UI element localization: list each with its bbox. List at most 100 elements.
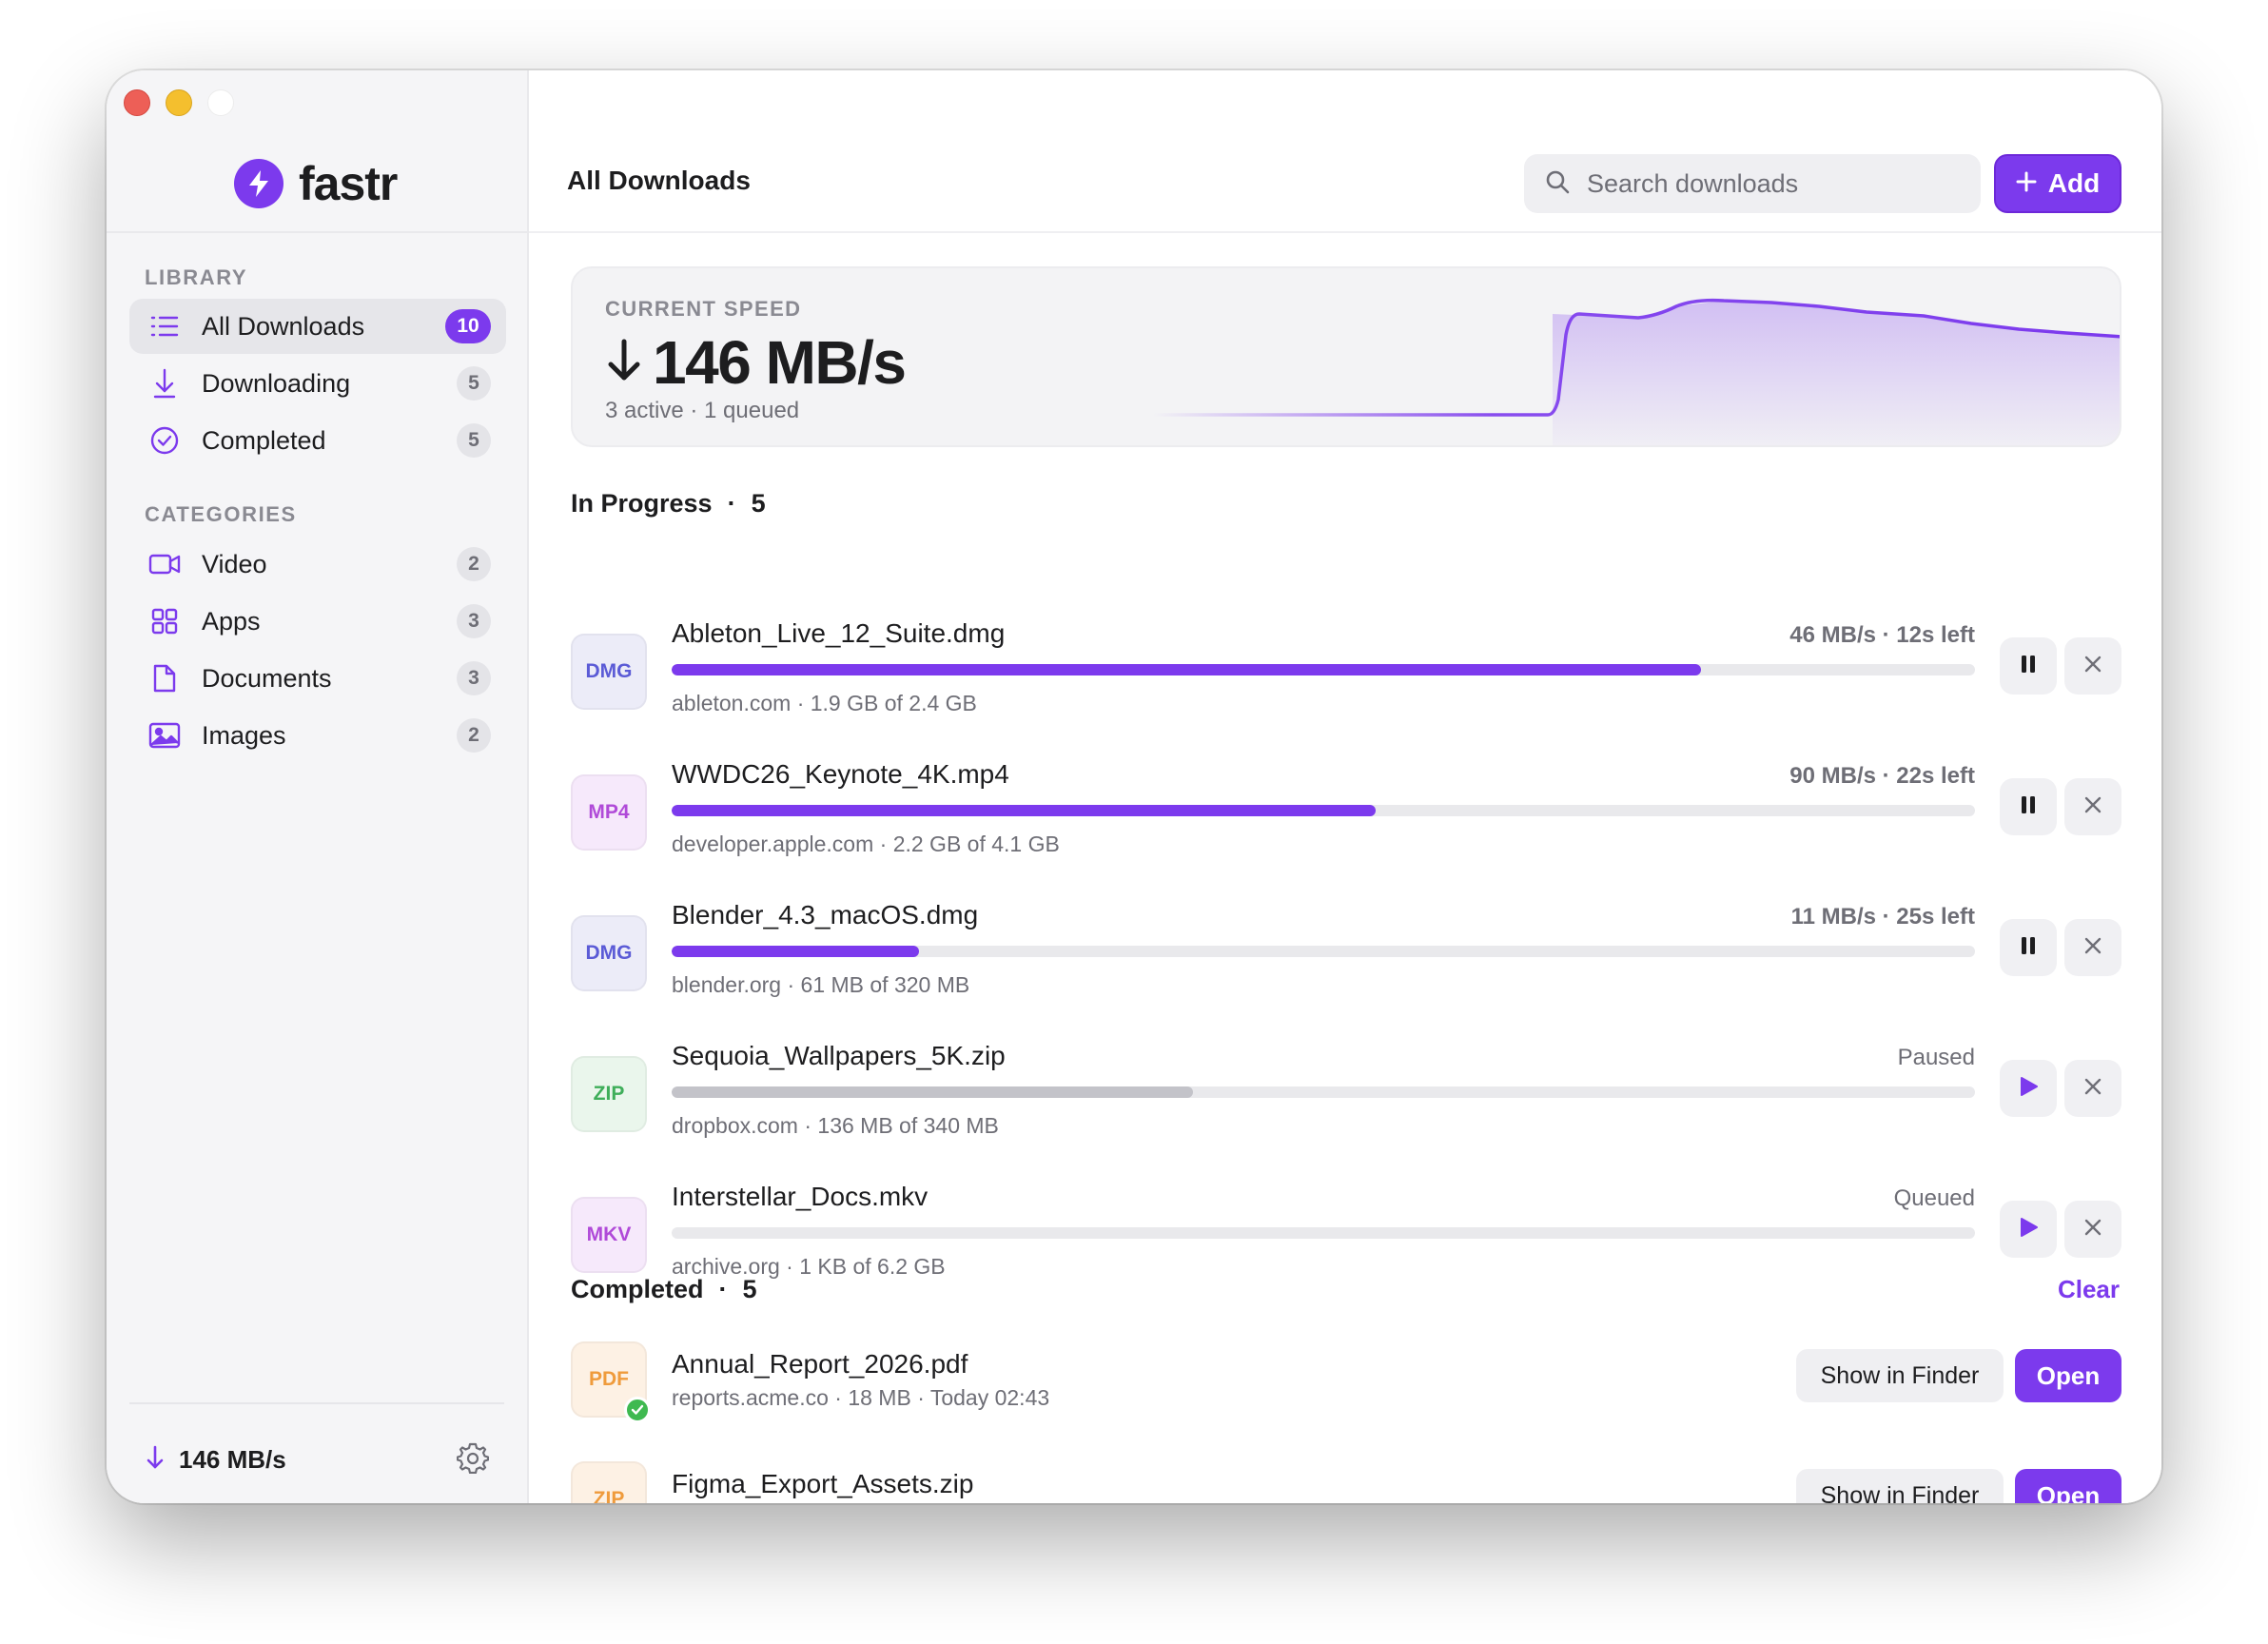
library-section-label: LIBRARY (145, 265, 248, 289)
sidebar-item-completed[interactable]: Completed 5 (129, 413, 506, 468)
file-name: Blender_4.3_macOS.dmg (672, 900, 979, 930)
pause-button[interactable] (2000, 778, 2057, 835)
show-in-finder-button[interactable]: Show in Finder (1796, 1469, 2004, 1503)
count-badge: 2 (457, 547, 491, 581)
gear-icon[interactable] (456, 1441, 490, 1478)
section-count: 5 (751, 489, 766, 518)
completed-row[interactable]: ZIP Figma_Export_Assets.zip Show in Finder… (571, 1461, 2121, 1503)
progress-bar (672, 946, 1975, 957)
close-icon (2083, 1077, 2102, 1101)
cancel-button[interactable] (2064, 778, 2121, 835)
search-input[interactable]: Search downloads (1524, 154, 1981, 213)
speed-card: CURRENT SPEED 146 MB/s 3 active · 1 queu… (571, 266, 2121, 447)
progress-bar (672, 1086, 1975, 1098)
pause-icon (2020, 654, 2037, 679)
video-camera-icon (148, 548, 181, 580)
file-type-badge: MKV (571, 1197, 647, 1273)
file-name: Sequoia_Wallpapers_5K.zip (672, 1041, 1006, 1070)
app-name: fastr (299, 157, 398, 210)
resume-button[interactable] (2000, 1201, 2057, 1258)
sidebar-item-label: Apps (202, 606, 261, 636)
categories-section-label: CATEGORIES (145, 502, 297, 526)
download-details: dropbox.com · 136 MB of 340 MB (672, 1113, 999, 1138)
search-placeholder: Search downloads (1587, 168, 1799, 198)
grid-icon (148, 605, 181, 637)
in-progress-header: In Progress · 5 (571, 489, 766, 519)
plus-icon (2016, 168, 2037, 199)
file-name: WWDC26_Keynote_4K.mp4 (672, 759, 1009, 789)
brand: fastr (234, 156, 398, 211)
file-type-badge: ZIP (571, 1461, 647, 1503)
download-row[interactable]: MP4 WWDC26_Keynote_4K.mp4 90 MB/s · 22s le… (571, 754, 2121, 868)
cancel-button[interactable] (2064, 1201, 2121, 1258)
close-window-button[interactable] (124, 89, 150, 116)
sidebar-item-label: Images (202, 720, 286, 750)
sidebar-item-label: All Downloads (202, 311, 365, 341)
clear-completed-link[interactable]: Clear (2058, 1275, 2120, 1304)
minimize-window-button[interactable] (166, 89, 192, 116)
separator-dot: · (727, 489, 736, 518)
download-status: Queued (1893, 1185, 1975, 1211)
speed-label: CURRENT SPEED (605, 297, 802, 321)
cancel-button[interactable] (2064, 637, 2121, 695)
play-icon (2018, 1075, 2039, 1103)
window-controls (124, 89, 234, 116)
search-icon (1545, 169, 1570, 199)
file-type-badge: DMG (571, 915, 647, 991)
download-details: developer.apple.com · 2.2 GB of 4.1 GB (672, 832, 1060, 856)
pause-button[interactable] (2000, 637, 2057, 695)
count-badge: 5 (457, 423, 491, 458)
count-badge: 3 (457, 661, 491, 695)
completed-header: Completed · 5 (571, 1275, 757, 1304)
zoom-window-button[interactable] (207, 89, 234, 116)
file-name: Ableton_Live_12_Suite.dmg (672, 618, 1006, 648)
download-row[interactable]: ZIP Sequoia_Wallpapers_5K.zip Paused dropbo… (571, 1035, 2121, 1149)
download-details: reports.acme.co · 18 MB · Today 02:43 (672, 1385, 1050, 1410)
current-speed-value: 146 MB/s (653, 328, 907, 397)
download-status: 90 MB/s · 22s left (1789, 763, 1975, 789)
pause-icon (2020, 794, 2037, 820)
cancel-button[interactable] (2064, 1060, 2121, 1117)
open-button[interactable]: Open (2015, 1349, 2121, 1402)
download-status: Paused (1897, 1045, 1975, 1070)
checkmark-icon (624, 1397, 651, 1423)
play-icon (2018, 1216, 2039, 1243)
arrow-down-icon (148, 367, 181, 400)
sidebar-item-label: Video (202, 549, 267, 578)
sidebar-item-downloading[interactable]: Downloading 5 (129, 356, 506, 411)
download-details: ableton.com · 1.9 GB of 2.4 GB (672, 691, 977, 715)
image-icon (148, 719, 181, 752)
pause-button[interactable] (2000, 919, 2057, 976)
download-row[interactable]: MKV Interstellar_Docs.mkv Queued archive.or… (571, 1176, 2121, 1290)
download-details: blender.org · 61 MB of 320 MB (672, 972, 970, 997)
sidebar-item-documents[interactable]: Documents 3 (129, 651, 506, 706)
sidebar-item-video[interactable]: Video 2 (129, 537, 506, 592)
sidebar-item-label: Documents (202, 663, 332, 693)
check-circle-icon (148, 424, 181, 457)
progress-fill (672, 1086, 1193, 1098)
completed-row[interactable]: PDF Annual_Report_2026.pdf reports.acme.co… (571, 1341, 2121, 1446)
sidebar-item-all-downloads[interactable]: All Downloads 10 (129, 299, 506, 354)
resume-button[interactable] (2000, 1060, 2057, 1117)
progress-bar (672, 805, 1975, 816)
file-name: Interstellar_Docs.mkv (672, 1182, 929, 1211)
sidebar-item-label: Downloading (202, 368, 351, 398)
count-badge: 2 (457, 718, 491, 753)
document-icon (148, 662, 181, 695)
sidebar-item-apps[interactable]: Apps 3 (129, 594, 506, 649)
page-title: All Downloads (567, 166, 751, 195)
file-type-badge: ZIP (571, 1056, 647, 1132)
lightning-bolt-icon (234, 159, 284, 208)
section-count: 5 (742, 1275, 757, 1303)
section-title: Completed (571, 1275, 704, 1303)
open-button[interactable]: Open (2015, 1469, 2121, 1503)
add-button[interactable]: Add (1994, 154, 2121, 213)
sidebar-item-images[interactable]: Images 2 (129, 708, 506, 763)
download-row[interactable]: DMG Ableton_Live_12_Suite.dmg 46 MB/s · 12… (571, 613, 2121, 727)
download-status: 46 MB/s · 12s left (1789, 622, 1975, 648)
download-row[interactable]: DMG Blender_4.3_macOS.dmg 11 MB/s · 25s le… (571, 894, 2121, 1008)
cancel-button[interactable] (2064, 919, 2121, 976)
divider (129, 1402, 504, 1404)
show-in-finder-button[interactable]: Show in Finder (1796, 1349, 2004, 1402)
speed-value-group: 146 MB/s (605, 327, 907, 398)
